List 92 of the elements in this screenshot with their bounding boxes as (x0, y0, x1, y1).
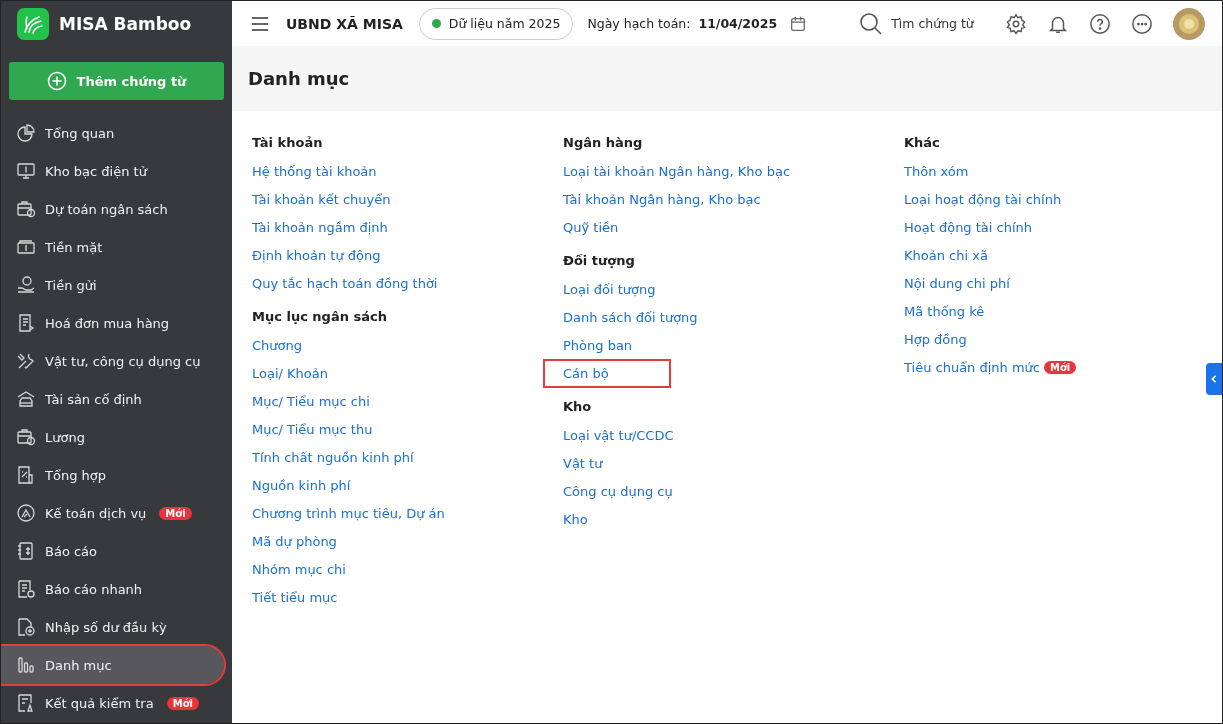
new-badge: Mới (166, 696, 199, 710)
category-link[interactable]: Nhóm mục chi (252, 561, 346, 577)
category-link[interactable]: Chương trình mục tiêu, Dự án (252, 505, 445, 521)
category-link[interactable]: Khoản chi xã (904, 247, 988, 263)
category-link[interactable]: Chương (252, 337, 302, 353)
receipt-icon (16, 313, 36, 333)
category-link[interactable]: Nguồn kinh phí (252, 477, 351, 493)
calendar-coin-icon (16, 199, 36, 219)
sidebar-item[interactable]: Tổng quan (1, 114, 224, 152)
section-heading: Kho (563, 397, 593, 416)
category-link[interactable]: Mã thống kê (904, 303, 985, 319)
document-icon (16, 579, 36, 599)
category-link[interactable]: Tài khoản ngầm định (252, 219, 388, 235)
file-plus-icon (16, 617, 36, 637)
sidebar-item[interactable]: Tài sản cố định (1, 380, 224, 418)
new-badge: Mới (159, 506, 192, 520)
sidebar-item[interactable]: Hoá đơn mua hàng (1, 304, 224, 342)
calendar-coin-icon (16, 427, 36, 447)
posting-date-label: Ngày hạch toán: (587, 16, 691, 31)
section-heading: Khác (904, 133, 941, 152)
category-link[interactable]: Tài khoản kết chuyển (252, 191, 391, 207)
data-year-button[interactable]: Dữ liệu năm 2025 (418, 7, 574, 40)
posting-date[interactable]: 11/04/2025 (698, 16, 778, 31)
organization-name: UBND XÃ MISA (286, 15, 403, 32)
category-link[interactable]: Tính chất nguồn kinh phí (252, 449, 414, 465)
sidebar-item[interactable]: Tiền gửi (1, 266, 224, 304)
category-link[interactable]: Tài khoản Ngân hàng, Kho bạc (563, 191, 761, 207)
category-link[interactable]: Tiết tiểu mục (252, 589, 338, 605)
category-link[interactable]: Quỹ tiền (563, 219, 619, 235)
section-heading: Mục lục ngân sách (252, 307, 388, 326)
category-link[interactable]: Hợp đồng (904, 331, 967, 347)
sidebar-item[interactable]: Nhập số dư đầu kỳ (1, 608, 224, 646)
avatar[interactable] (1173, 7, 1206, 40)
monitor-icon (16, 161, 36, 181)
category-link[interactable]: Loại vật tư/CCDC (563, 427, 674, 443)
category-link[interactable]: Vật tư (563, 455, 603, 471)
collapse-panel-button[interactable] (1206, 363, 1222, 395)
add-voucher-button[interactable]: Thêm chứng từ (9, 62, 224, 100)
new-badge: Mới (1044, 360, 1077, 374)
category-link[interactable]: Nội dung chi phí (904, 275, 1010, 291)
section-heading: Tài khoản (252, 133, 324, 152)
plus-circle-icon (46, 71, 67, 91)
category-link[interactable]: Phòng ban (563, 337, 633, 353)
bar-chart-icon (16, 655, 36, 675)
category-link[interactable]: Thôn xóm (904, 163, 969, 179)
category-link[interactable]: Hoạt động tài chính (904, 219, 1033, 235)
sidebar-item[interactable]: Lương (1, 418, 224, 456)
pie-chart-icon (16, 123, 36, 143)
category-link[interactable]: Mục/ Tiểu mục thu (252, 421, 373, 437)
section-heading: Đối tượng (563, 251, 636, 270)
sidebar-item[interactable]: Kết quả kiểm tra Mới (1, 684, 224, 722)
page-title: Danh mục (248, 68, 350, 89)
sidebar-item[interactable]: Kế toán dịch vụ Mới (1, 494, 224, 532)
category-link[interactable]: Mã dự phòng (252, 533, 337, 549)
percent-document-icon (16, 465, 36, 485)
search-icon (859, 11, 884, 36)
ledger-icon (16, 541, 36, 561)
category-link[interactable]: Công cụ dụng cụ (563, 483, 673, 499)
category-link[interactable]: Định khoản tự động (252, 247, 381, 263)
sidebar-item[interactable]: Vật tư, công cụ dụng cụ (1, 342, 224, 380)
category-link[interactable]: Mục/ Tiểu mục chi (252, 393, 370, 409)
banknote-icon (16, 237, 36, 257)
calendar-icon[interactable] (789, 14, 808, 33)
chevron-left-icon (1210, 375, 1218, 383)
category-link[interactable]: Hệ thống tài khoản (252, 163, 377, 179)
sidebar-item[interactable]: Kho bạc điện tử (1, 152, 224, 190)
sidebar-item[interactable]: Dự toán ngân sách (1, 190, 224, 228)
category-link[interactable]: Quy tắc hạch toán đồng thời (252, 275, 438, 291)
sidebar-item[interactable]: Báo cáo nhanh (1, 570, 224, 608)
triangle-circle-icon (16, 503, 36, 523)
category-link[interactable]: Loại hoạt động tài chính (904, 191, 1062, 207)
garage-icon (16, 389, 36, 409)
more-icon[interactable] (1131, 12, 1154, 35)
document-icon (16, 693, 36, 713)
sidebar-item[interactable]: Tiền mặt (1, 228, 224, 266)
bamboo-logo-icon (17, 7, 49, 40)
category-link[interactable]: Cán bộ (543, 358, 671, 388)
help-icon[interactable] (1089, 12, 1112, 35)
category-link[interactable]: Kho (563, 511, 588, 527)
hand-coin-icon (16, 275, 36, 295)
tools-icon (16, 351, 36, 371)
settings-icon[interactable] (1005, 12, 1028, 35)
app-name: MISA Bamboo (59, 13, 192, 34)
category-link[interactable]: Tiêu chuẩn định mức (904, 359, 1040, 375)
sidebar-item[interactable]: Báo cáo (1, 532, 224, 570)
category-link[interactable]: Loại/ Khoản (252, 365, 328, 381)
category-link[interactable]: Loại đối tượng (563, 281, 656, 297)
section-heading: Ngân hàng (563, 133, 644, 152)
category-link[interactable]: Danh sách đối tượng (563, 309, 698, 325)
sidebar-item[interactable]: Danh mục (1, 646, 224, 684)
sidebar-item[interactable]: Tổng hợp (1, 456, 224, 494)
category-link[interactable]: Loại tài khoản Ngân hàng, Kho bạc (563, 163, 791, 179)
